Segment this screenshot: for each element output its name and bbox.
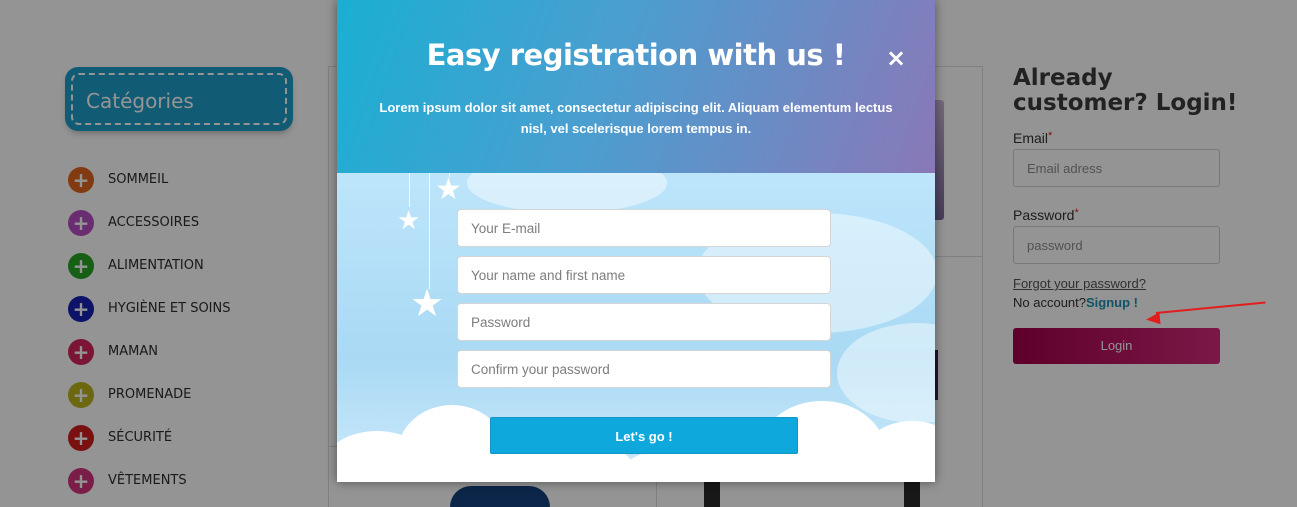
modal-subtitle: Lorem ipsum dolor sit amet, consectetur … [379, 100, 893, 136]
annotation-arrow-head [1145, 312, 1161, 326]
star-string [429, 173, 430, 289]
star-icon: ★ [410, 283, 445, 325]
modal-header: Easy registration with us ! × Lorem ipsu… [337, 0, 935, 173]
star-icon: ★ [397, 205, 421, 235]
modal-title: Easy registration with us ! [426, 38, 846, 72]
register-confirm-password-input[interactable]: Confirm your password [457, 350, 831, 388]
cloud-decoration [467, 173, 667, 213]
register-email-input[interactable]: Your E-mail [457, 209, 831, 247]
star-string [409, 173, 410, 207]
register-password-input[interactable]: Password [457, 303, 831, 341]
modal-body: ★ ★ ★ Your E-mail Your name and first na… [337, 173, 935, 482]
registration-modal: Easy registration with us ! × Lorem ipsu… [337, 0, 935, 482]
cloud-decoration [337, 461, 935, 482]
register-name-input[interactable]: Your name and first name [457, 256, 831, 294]
close-icon[interactable]: × [886, 46, 906, 70]
star-icon: ★ [435, 173, 462, 206]
submit-registration-button[interactable]: Let's go ! [490, 417, 798, 454]
